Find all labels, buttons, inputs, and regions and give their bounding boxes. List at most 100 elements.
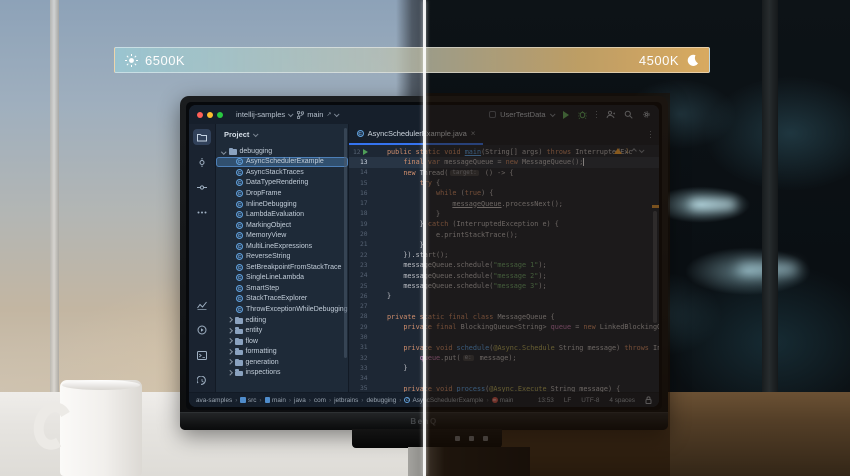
tab-async-scheduler-example[interactable]: C AsyncSchedulerExample.java × — [349, 124, 484, 145]
profile-icon[interactable] — [606, 110, 615, 119]
monitor-button[interactable] — [469, 436, 474, 441]
inspection-widget[interactable]: 1 — [614, 147, 643, 155]
tree-item[interactable]: CStackTraceExplorer — [216, 294, 348, 305]
more-actions-menu[interactable] — [596, 111, 598, 119]
tree-item[interactable]: CSingleLineLambda — [216, 273, 348, 284]
tree-item[interactable]: debugging — [216, 146, 348, 157]
code-line[interactable]: 17 messageQueue.processNext(); — [349, 198, 659, 208]
tree-item[interactable]: flow — [216, 336, 348, 347]
code-line[interactable]: 22 }).start(); — [349, 250, 659, 260]
tab-options-menu[interactable] — [650, 131, 652, 139]
window-control-dot[interactable] — [197, 112, 203, 118]
code-line[interactable]: 29 private final BlockingQueue<String> q… — [349, 322, 659, 332]
breadcrumb-item[interactable]: main — [265, 397, 286, 404]
window-controls[interactable] — [197, 112, 223, 118]
status-segment[interactable]: LF — [564, 397, 571, 404]
status-segment[interactable]: 4 spaces — [609, 397, 635, 404]
code-line[interactable]: 19 } catch (InterruptedException e) { — [349, 219, 659, 229]
breadcrumb-item[interactable]: debugging — [366, 397, 396, 404]
breadcrumb-separator: › — [329, 397, 331, 404]
commit-tool-button[interactable] — [193, 154, 211, 170]
breadcrumb-item[interactable]: jetbrains — [334, 397, 358, 404]
code-line[interactable]: 33 } — [349, 363, 659, 373]
services-tool-button[interactable] — [193, 322, 211, 338]
tree-item[interactable]: CDataTypeRendering — [216, 178, 348, 189]
breadcrumb-item[interactable]: src — [240, 397, 256, 404]
breadcrumb-item[interactable]: java — [294, 397, 306, 404]
code-line[interactable]: 16 while (true) { — [349, 188, 659, 198]
run-button[interactable] — [563, 111, 569, 119]
code-line[interactable]: 15 try { — [349, 178, 659, 188]
history-tool-button[interactable] — [193, 372, 211, 388]
profiler-tool-button[interactable] — [193, 297, 211, 313]
breadcrumb-item[interactable]: CAsyncSchedulerExample — [404, 397, 483, 404]
code-line[interactable]: 32 queue.put(e: message); — [349, 353, 659, 363]
monitor-button[interactable] — [455, 436, 460, 441]
tree-item[interactable]: CAsyncSchedulerExample — [216, 157, 348, 168]
branch-selector[interactable]: main ↗ — [297, 110, 338, 119]
code-line[interactable]: 12 public static void main(String[] args… — [349, 147, 659, 157]
code-line[interactable]: 21 } — [349, 240, 659, 250]
run-config-selector[interactable]: UserTestData — [489, 110, 553, 119]
line-number: 15 — [349, 180, 371, 187]
lock-icon[interactable] — [645, 396, 652, 404]
code-line[interactable]: 23 messageQueue.schedule("message 1"); — [349, 260, 659, 270]
code-line[interactable]: 20 e.printStackTrace(); — [349, 229, 659, 239]
breadcrumb[interactable]: ava-samples›src›main›java›com›jetbrains›… — [196, 397, 513, 404]
tree-item[interactable]: CSmartStep — [216, 283, 348, 294]
code-line[interactable]: 26 } — [349, 291, 659, 301]
project-selector[interactable]: intellij-samples — [236, 110, 292, 119]
more-tools-button[interactable] — [193, 204, 211, 220]
code-line[interactable]: 25 messageQueue.schedule("message 3"); — [349, 281, 659, 291]
window-control-dot[interactable] — [207, 112, 213, 118]
status-segment[interactable]: 13:53 — [538, 397, 554, 404]
structure-tool-button[interactable] — [193, 179, 211, 195]
tree-item[interactable]: CLambdaEvaluation — [216, 209, 348, 220]
window-control-dot[interactable] — [217, 112, 223, 118]
code-line[interactable]: 34 — [349, 374, 659, 384]
code-line[interactable]: 28 private static final class MessageQue… — [349, 312, 659, 322]
project-panel-header[interactable]: Project — [216, 124, 348, 145]
code-editor[interactable]: 1 12 public static void main(String[] ar… — [349, 145, 659, 392]
prev-problem-icon[interactable] — [631, 148, 637, 154]
tree-item-label: ThrowExceptionWhileDebugging — [246, 306, 348, 313]
tree-item-label: AsyncStackTraces — [246, 169, 304, 176]
tree-item[interactable]: CReverseString — [216, 251, 348, 262]
tree-item[interactable]: editing — [216, 315, 348, 326]
code-line[interactable]: 14 new Thread(target: () -> { — [349, 168, 659, 178]
tree-item[interactable]: formatting — [216, 346, 348, 357]
code-line[interactable]: 18 } — [349, 209, 659, 219]
run-config-icon — [489, 111, 496, 118]
code-line[interactable]: 27 — [349, 301, 659, 311]
project-tool-button[interactable] — [193, 129, 211, 145]
tree-item[interactable]: CMultiLineExpressions — [216, 241, 348, 252]
tree-item[interactable]: generation — [216, 357, 348, 368]
breadcrumb-item[interactable]: ava-samples — [196, 397, 232, 404]
monitor-button[interactable] — [483, 436, 488, 441]
code-line[interactable]: 35 private void process(@Async.Execute S… — [349, 384, 659, 392]
tree-item[interactable]: CInlineDebugging — [216, 199, 348, 210]
code-line[interactable]: 24 messageQueue.schedule("message 2"); — [349, 271, 659, 281]
status-segment[interactable]: UTF-8 — [581, 397, 599, 404]
breadcrumb-item[interactable]: mmain — [492, 397, 514, 404]
run-gutter-icon[interactable] — [363, 149, 368, 155]
tree-item[interactable]: CMarkingObject — [216, 220, 348, 231]
search-icon[interactable] — [624, 110, 633, 119]
tab-close-icon[interactable]: × — [471, 129, 476, 138]
tree-item[interactable]: inspections — [216, 367, 348, 378]
tree-item[interactable]: CSetBreakpointFromStackTrace — [216, 262, 348, 273]
code-line[interactable]: 31 private void schedule(@Async.Schedule… — [349, 343, 659, 353]
code-token: messageQueue.schedule( — [403, 282, 493, 290]
code-line[interactable]: 13 final var messageQueue = new MessageQ… — [349, 157, 659, 167]
settings-gear-icon[interactable] — [642, 110, 651, 119]
tree-item[interactable]: CMemoryView — [216, 230, 348, 241]
tree-item[interactable]: CDropFrame — [216, 188, 348, 199]
breadcrumb-item[interactable]: com — [314, 397, 326, 404]
tree-item[interactable]: entity — [216, 325, 348, 336]
tree-item[interactable]: CAsyncStackTraces — [216, 167, 348, 178]
code-line[interactable]: 30 — [349, 332, 659, 342]
terminal-tool-button[interactable] — [193, 347, 211, 363]
tree-item[interactable]: CThrowExceptionWhileDebugging — [216, 304, 348, 315]
panel-scrollbar[interactable] — [344, 128, 347, 358]
debug-button[interactable] — [578, 110, 587, 119]
